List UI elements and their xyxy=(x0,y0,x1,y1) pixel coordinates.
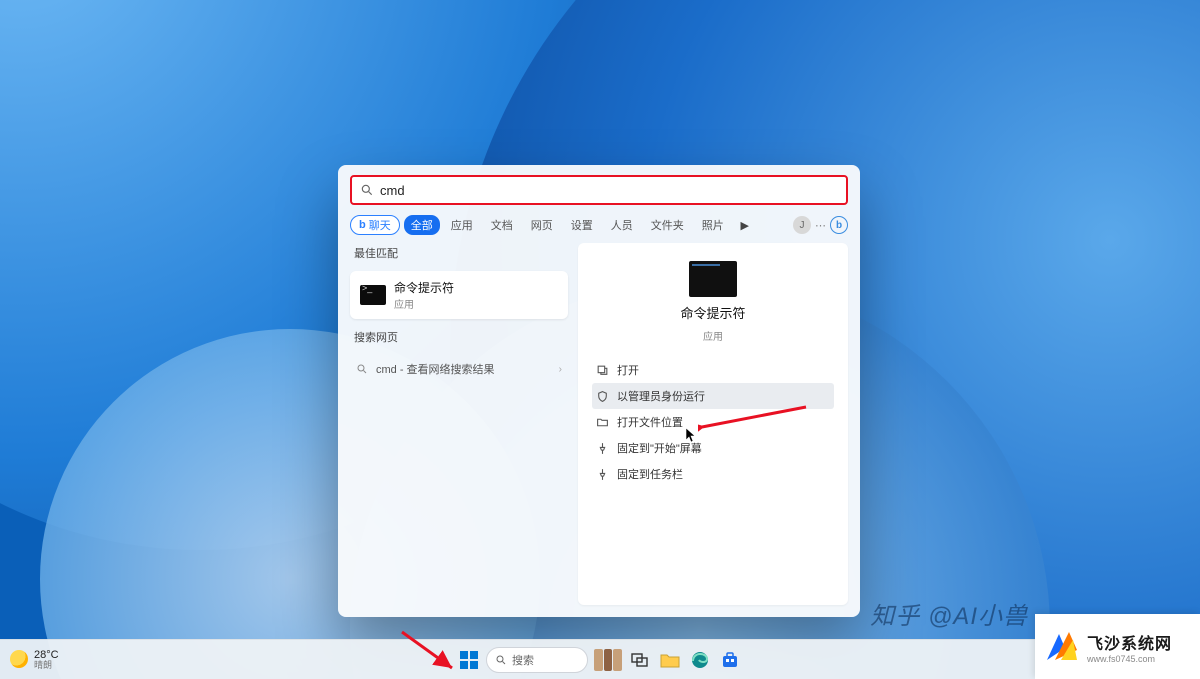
best-match-result[interactable]: 命令提示符 应用 xyxy=(350,271,568,319)
folder-icon xyxy=(596,416,609,429)
pin-icon xyxy=(596,442,609,455)
action-pin-start[interactable]: 固定到"开始"屏幕 xyxy=(592,435,834,461)
task-view-icon xyxy=(631,653,649,667)
chevron-right-icon: › xyxy=(559,364,562,375)
tab-settings[interactable]: 设置 xyxy=(564,215,600,235)
store-icon xyxy=(721,651,739,669)
search-icon xyxy=(495,654,507,666)
tab-documents[interactable]: 文档 xyxy=(484,215,520,235)
brand-watermark: 飞沙系统网 www.fs0745.com xyxy=(1035,614,1200,679)
best-match-label: 最佳匹配 xyxy=(350,243,568,263)
user-avatar[interactable]: J xyxy=(793,216,811,234)
brand-url: www.fs0745.com xyxy=(1087,654,1172,664)
preview-subtitle: 应用 xyxy=(703,328,723,343)
taskbar-edge[interactable] xyxy=(688,648,712,672)
bing-chat-icon: b xyxy=(359,219,366,231)
preview-title: 命令提示符 xyxy=(680,303,745,322)
weather-desc: 晴朗 xyxy=(34,661,59,671)
search-web-label: 搜索网页 xyxy=(350,327,568,347)
windows-logo-icon xyxy=(460,651,478,669)
pin-icon xyxy=(596,468,609,481)
search-icon xyxy=(360,183,374,197)
taskbar-store[interactable] xyxy=(718,648,742,672)
brand-logo-icon xyxy=(1045,630,1079,664)
zhihu-watermark: 知乎 @AI小兽 xyxy=(870,596,1028,631)
tab-all[interactable]: 全部 xyxy=(404,215,440,235)
web-search-result[interactable]: cmd - 查看网络搜索结果 › xyxy=(350,355,568,383)
tab-people[interactable]: 人员 xyxy=(604,215,640,235)
shield-icon xyxy=(596,390,609,403)
action-run-as-admin[interactable]: 以管理员身份运行 xyxy=(592,383,834,409)
taskbar-search[interactable]: 搜索 xyxy=(486,647,588,673)
action-open[interactable]: 打开 xyxy=(592,357,834,383)
preview-app-icon xyxy=(689,261,737,297)
weather-temp: 28°C xyxy=(34,649,59,661)
tab-web[interactable]: 网页 xyxy=(524,215,560,235)
search-filter-tabs: b 聊天 全部 应用 文档 网页 设置 人员 文件夹 照片 ▶ J ⋯ b xyxy=(338,211,860,243)
taskbar-explorer[interactable] xyxy=(658,648,682,672)
folder-icon xyxy=(660,652,680,668)
bing-chat-pill[interactable]: b 聊天 xyxy=(350,215,400,235)
tab-more-icon[interactable]: ▶ xyxy=(735,215,755,235)
action-open-location[interactable]: 打开文件位置 xyxy=(592,409,834,435)
search-preview-pane: 命令提示符 应用 打开 以管理员身份运行 打开文件位置 固定到 xyxy=(578,243,848,605)
edge-icon xyxy=(691,651,709,669)
tab-folders[interactable]: 文件夹 xyxy=(644,215,691,235)
taskbar-weather[interactable]: 28°C 晴朗 xyxy=(10,649,59,671)
sun-icon xyxy=(10,650,28,668)
start-search-panel: b 聊天 全部 应用 文档 网页 设置 人员 文件夹 照片 ▶ J ⋯ b 最佳… xyxy=(338,165,860,617)
action-pin-taskbar[interactable]: 固定到任务栏 xyxy=(592,461,834,487)
cmd-app-icon xyxy=(360,285,386,305)
tab-overflow-icon[interactable]: ⋯ xyxy=(815,219,826,232)
taskbar-task-view[interactable] xyxy=(628,648,652,672)
bing-icon[interactable]: b xyxy=(830,216,848,234)
tab-apps[interactable]: 应用 xyxy=(444,215,480,235)
taskbar: 28°C 晴朗 搜索 xyxy=(0,639,1200,679)
taskbar-widgets-icon[interactable] xyxy=(594,649,622,671)
search-box-highlighted[interactable] xyxy=(350,175,848,205)
best-match-title: 命令提示符 xyxy=(394,279,454,296)
tab-photos[interactable]: 照片 xyxy=(695,215,731,235)
open-icon xyxy=(596,364,609,377)
best-match-subtitle: 应用 xyxy=(394,296,454,311)
search-input[interactable] xyxy=(374,183,838,198)
start-button[interactable] xyxy=(458,649,480,671)
brand-name: 飞沙系统网 xyxy=(1087,630,1172,654)
search-icon xyxy=(356,363,368,375)
